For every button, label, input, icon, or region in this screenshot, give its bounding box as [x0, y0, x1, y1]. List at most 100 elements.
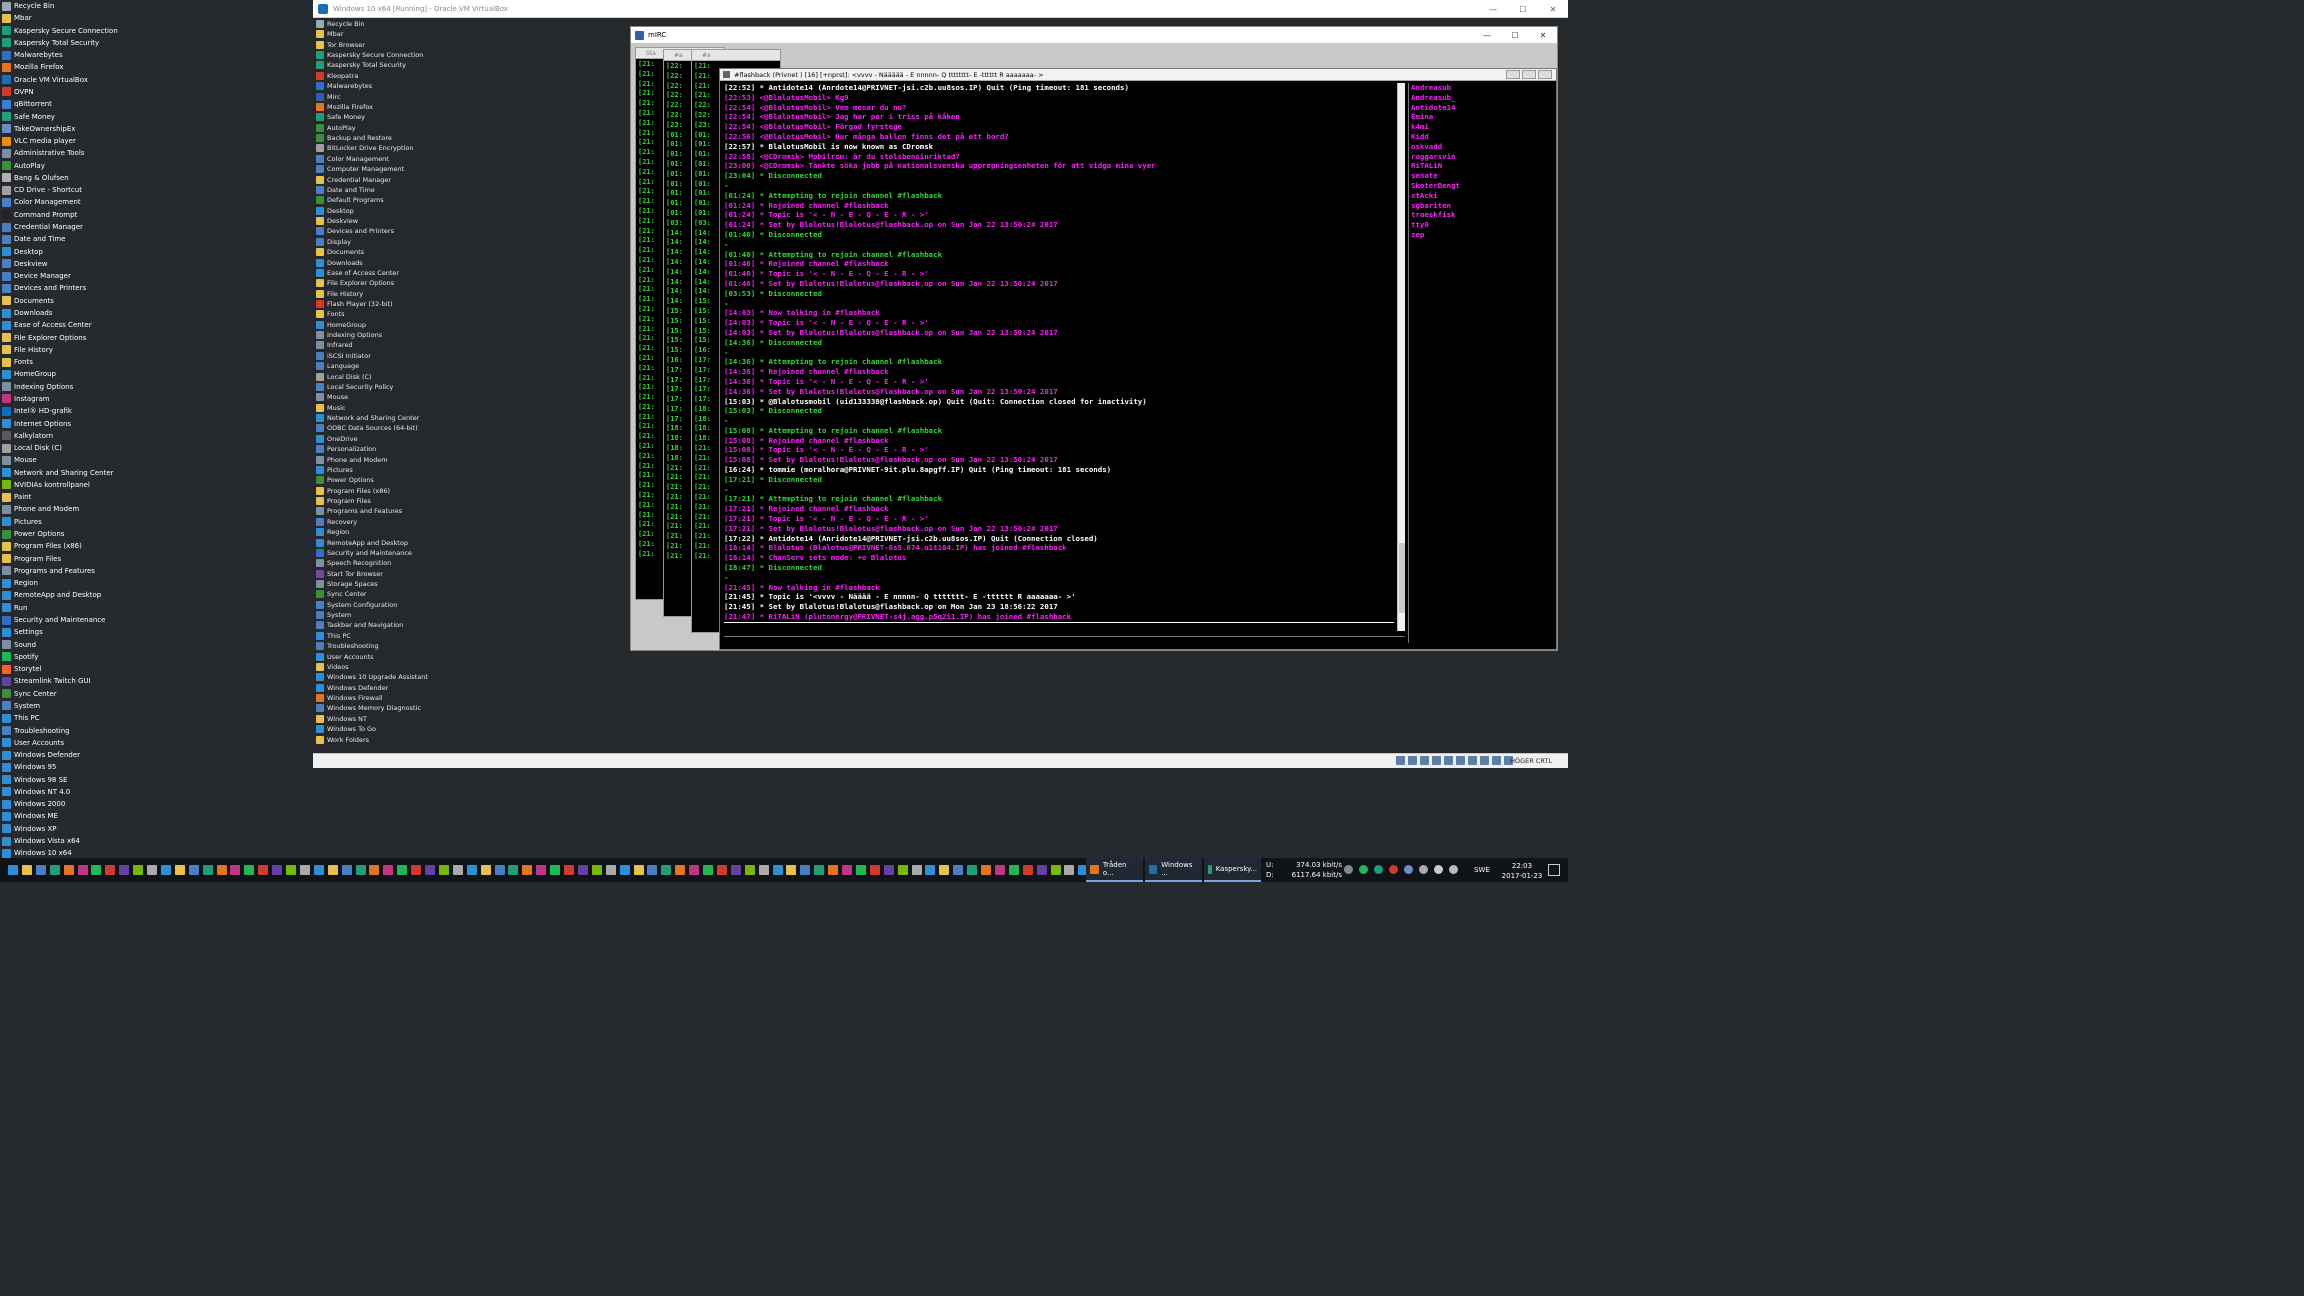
pinned-app-icon[interactable]	[341, 865, 352, 875]
nick-list-item[interactable]: zep	[1411, 230, 1554, 240]
pinned-app-icon[interactable]	[327, 865, 338, 875]
pinned-app-icon[interactable]	[522, 865, 533, 875]
guest-icon-recovery[interactable]: Recovery	[316, 517, 357, 527]
desktop-icon-user-accounts[interactable]: User Accounts	[2, 737, 64, 749]
desktop-icon-credential-manager[interactable]: Credential Manager	[2, 221, 83, 233]
nick-list-item[interactable]: SkoterBengt	[1411, 181, 1554, 191]
desktop-icon-system[interactable]: System	[2, 700, 40, 712]
nick-list-item[interactable]: Emina	[1411, 112, 1554, 122]
guest-icon-mirc[interactable]: Mirc	[316, 92, 341, 102]
channel-window-flashback[interactable]: #flashback (Privnet ) [16] [+nprst]: <vv…	[719, 68, 1557, 650]
pinned-app-icon[interactable]	[1008, 865, 1019, 875]
kaspersky-tray-icon[interactable]	[1374, 865, 1383, 874]
pinned-app-icon[interactable]	[411, 865, 422, 875]
mirc-minimize-button[interactable]: —	[1473, 27, 1501, 43]
pinned-app-icon[interactable]	[591, 865, 602, 875]
desktop-icon-homegroup[interactable]: HomeGroup	[2, 368, 56, 380]
guest-icon-remoteapp-and-desktop[interactable]: RemoteApp and Desktop	[316, 538, 408, 548]
nick-list-item[interactable]: k4mi	[1411, 122, 1554, 132]
nick-list-item[interactable]: oskvadd	[1411, 142, 1554, 152]
guest-icon-ease-of-access-center[interactable]: Ease of Access Center	[316, 268, 399, 278]
guest-icon-windows-10-upgrade-assistant[interactable]: Windows 10 Upgrade Assistant	[316, 672, 428, 682]
pinned-app-icon[interactable]	[105, 865, 116, 875]
guest-icon-windows-memory-diagnostic[interactable]: Windows Memory Diagnostic	[316, 703, 421, 713]
guest-icon-default-programs[interactable]: Default Programs	[316, 195, 384, 205]
guest-icon-pictures[interactable]: Pictures	[316, 465, 353, 475]
pinned-app-icon[interactable]	[1064, 865, 1075, 875]
pinned-app-icon[interactable]	[855, 865, 866, 875]
guest-icon-videos[interactable]: Videos	[316, 662, 349, 672]
guest-icon-taskbar-and-navigation[interactable]: Taskbar and Navigation	[316, 620, 403, 630]
guest-icon-user-accounts[interactable]: User Accounts	[316, 652, 374, 662]
pinned-app-icon[interactable]	[814, 865, 825, 875]
pinned-app-icon[interactable]	[49, 865, 60, 875]
desktop-icon-settings[interactable]: Settings	[2, 626, 43, 638]
desktop-icon-this-pc[interactable]: This PC	[2, 712, 40, 724]
desktop-icon-color-management[interactable]: Color Management	[2, 196, 81, 208]
pinned-app-icon[interactable]	[828, 865, 839, 875]
guest-icon-file-explorer-options[interactable]: File Explorer Options	[316, 278, 394, 288]
desktop-icon-sync-center[interactable]: Sync Center	[2, 688, 57, 700]
pinned-app-icon[interactable]	[716, 865, 727, 875]
guest-icon-system-configuration[interactable]: System Configuration	[316, 600, 397, 610]
guest-icon-security-and-maintenance[interactable]: Security and Maintenance	[316, 548, 412, 558]
desktop-icon-file-history[interactable]: File History	[2, 344, 53, 356]
guest-icon-fonts[interactable]: Fonts	[316, 309, 345, 319]
guest-icon-onedrive[interactable]: OneDrive	[316, 434, 358, 444]
pinned-app-icon[interactable]	[452, 865, 463, 875]
guest-icon-downloads[interactable]: Downloads	[316, 258, 363, 268]
nick-list-item[interactable]: senate	[1411, 171, 1554, 181]
guest-icon-system[interactable]: System	[316, 610, 351, 620]
pinned-app-icon[interactable]	[35, 865, 46, 875]
guest-icon-malwarebytes[interactable]: Malwarebytes	[316, 81, 372, 91]
guest-icon-network-and-sharing-center[interactable]: Network and Sharing Center	[316, 413, 419, 423]
desktop-icon-desktop[interactable]: Desktop	[2, 246, 43, 258]
desktop-icon-program-files[interactable]: Program Files	[2, 553, 61, 565]
desktop-icon-phone-and-modem[interactable]: Phone and Modem	[2, 503, 79, 515]
desktop-icon-streamlink-twitch-gui[interactable]: Streamlink Twitch GUI	[2, 675, 91, 687]
usb-icon[interactable]	[1444, 756, 1453, 765]
guest-icon-flash-player-32-bit[interactable]: Flash Player (32-bit)	[316, 299, 393, 309]
pinned-app-icon[interactable]	[119, 865, 130, 875]
desktop-icon-remoteapp-and-desktop[interactable]: RemoteApp and Desktop	[2, 589, 101, 601]
pinned-app-icon[interactable]	[564, 865, 574, 875]
pinned-app-icon[interactable]	[842, 865, 852, 875]
pinned-app-icon[interactable]	[313, 865, 324, 875]
desktop-icon-security-and-maintenance[interactable]: Security and Maintenance	[2, 614, 105, 626]
pinned-app-icon[interactable]	[689, 865, 700, 875]
clock[interactable]: 22:03 2017-01-23	[1500, 861, 1544, 881]
guest-icon-documents[interactable]: Documents	[316, 247, 364, 257]
desktop-icon-windows-vista-x64[interactable]: Windows Vista x64	[2, 835, 80, 847]
guest-icon-program-files-x86[interactable]: Program Files (x86)	[316, 486, 390, 496]
channel-restore-button[interactable]	[1522, 70, 1536, 79]
guest-icon-tor-browser[interactable]: Tor Browser	[316, 40, 365, 50]
guest-icon-kleopatra[interactable]: Kleopatra	[316, 71, 358, 81]
desktop-icon-pictures[interactable]: Pictures	[2, 516, 42, 528]
nick-list-item[interactable]: RiTALiN	[1411, 161, 1554, 171]
close-button[interactable]: ✕	[1538, 0, 1568, 18]
desktop-icon-kaspersky-total-security[interactable]: Kaspersky Total Security	[2, 37, 99, 49]
guest-icon-personalization[interactable]: Personalization	[316, 444, 376, 454]
pinned-app-icon[interactable]	[77, 865, 88, 875]
pinned-app-icon[interactable]	[299, 865, 310, 875]
guest-icon-iscsi-initiator[interactable]: iSCSI Initiator	[316, 351, 371, 361]
desktop-icon-nvidias-kontrollpanel[interactable]: NVIDIAs kontrollpanel	[2, 479, 90, 491]
pinned-app-icon[interactable]	[1036, 865, 1047, 875]
nick-list[interactable]: Andreasub Andreasub_ Antidote14 Emina k4mi Ki…	[1408, 83, 1554, 643]
pinned-app-icon[interactable]	[953, 865, 964, 875]
pinned-app-icon[interactable]	[508, 865, 519, 875]
pinned-app-icon[interactable]	[772, 865, 783, 875]
nick-list-item[interactable]: raggarsvin	[1411, 152, 1554, 162]
nick-list-item[interactable]: traeskfisk	[1411, 210, 1554, 220]
shared-folder-icon[interactable]	[1456, 756, 1465, 765]
keyboard-icon[interactable]	[1419, 865, 1428, 874]
network-icon[interactable]	[1432, 756, 1441, 765]
taskbar-button-windows[interactable]: Windows ...	[1145, 858, 1202, 882]
virtualbox-titlebar[interactable]: Windows 10 x64 [Running] - Oracle VM Vir…	[313, 0, 1568, 18]
guest-icon-devices-and-printers[interactable]: Devices and Printers	[316, 226, 394, 236]
pinned-app-icon[interactable]	[133, 865, 144, 875]
desktop-icon-program-files-x86[interactable]: Program Files (x86)	[2, 540, 82, 552]
pinned-app-icon[interactable]	[967, 865, 978, 875]
guest-icon-windows-nt[interactable]: Windows NT	[316, 714, 367, 724]
pinned-app-icon[interactable]	[744, 865, 755, 875]
